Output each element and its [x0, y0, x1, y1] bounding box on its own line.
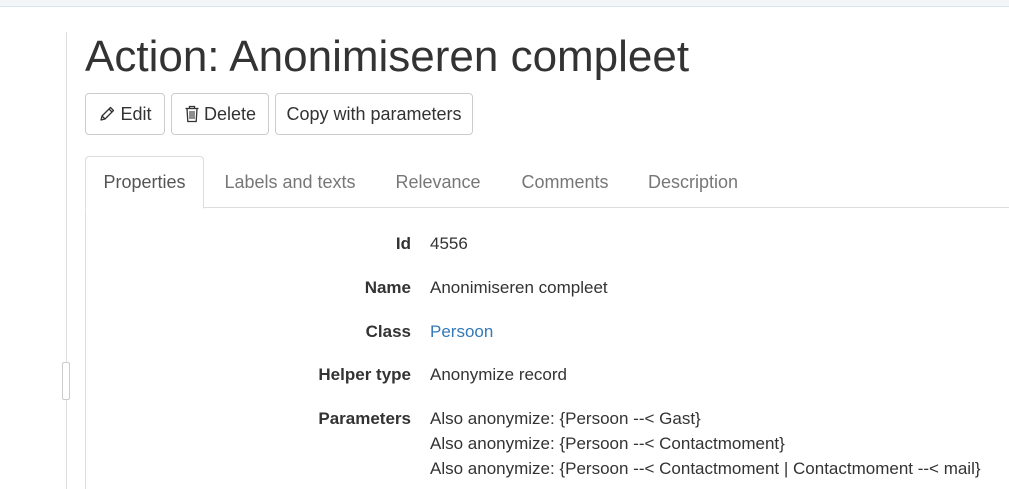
- tab-description[interactable]: Description: [631, 156, 755, 208]
- helper-type-value: Anonymize record: [430, 365, 568, 384]
- tab-properties[interactable]: Properties: [85, 156, 204, 209]
- delete-button[interactable]: Delete: [171, 93, 269, 135]
- id-value: 4556: [430, 234, 468, 253]
- helper-type-label: Helper type: [318, 365, 411, 384]
- delete-button-label: Delete: [203, 103, 257, 124]
- id-label: Id: [395, 234, 411, 253]
- parameters-label: Parameters: [318, 409, 411, 428]
- left-divider: [66, 32, 67, 489]
- class-link[interactable]: Persoon: [430, 322, 493, 342]
- page-title: Action: Anonimiseren compleet: [85, 32, 690, 81]
- properties-panel: Id 4556 Name Anonimiseren compleet Class…: [85, 207, 1009, 489]
- splitter-handle[interactable]: [62, 362, 70, 400]
- pencil-icon: [98, 105, 116, 123]
- top-bar: [0, 0, 1009, 7]
- tab-comments[interactable]: Comments: [505, 156, 625, 208]
- name-label: Name: [364, 278, 411, 297]
- copy-with-parameters-button[interactable]: Copy with parameters: [275, 93, 473, 135]
- parameter-line: Also anonymize: {Persoon --< Contactmome…: [430, 434, 785, 453]
- class-label: Class: [365, 322, 411, 341]
- tab-strip: Properties Labels and texts Relevance Co…: [85, 156, 1009, 209]
- tab-relevance[interactable]: Relevance: [377, 156, 499, 208]
- parameter-line: Also anonymize: {Persoon --< Contactmome…: [430, 459, 981, 478]
- copy-button-label: Copy with parameters: [286, 103, 462, 124]
- name-value: Anonimiseren compleet: [430, 278, 608, 297]
- tab-labels-and-texts[interactable]: Labels and texts: [210, 156, 370, 208]
- parameter-line: Also anonymize: {Persoon --< Gast}: [430, 409, 701, 428]
- edit-button[interactable]: Edit: [85, 93, 165, 135]
- trash-icon: [184, 105, 200, 123]
- edit-button-label: Edit: [120, 103, 152, 124]
